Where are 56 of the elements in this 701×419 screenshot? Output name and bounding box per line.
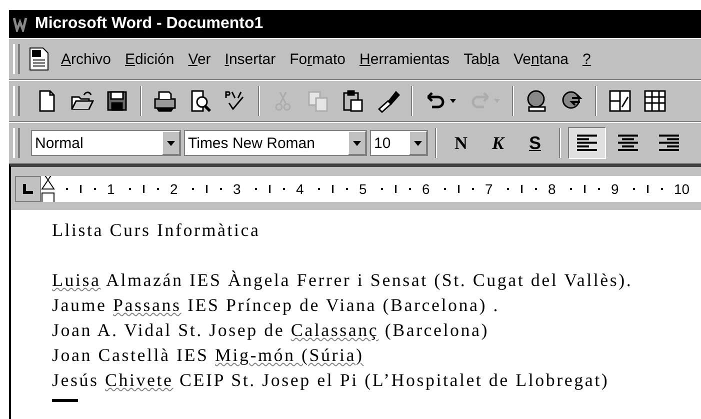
text-line: Jaume Passans IES Príncep de Viana (Barcelona) . <box>52 294 500 317</box>
text-line: Joan A. Vidal St. Josep de Calassanç (Barcelona) <box>52 319 490 342</box>
pages-icon <box>306 89 330 113</box>
window-title: Microsoft Word - Documento1 <box>35 15 264 33</box>
toolbar-grip[interactable] <box>13 44 20 74</box>
brush-icon <box>376 89 400 113</box>
clipboard-icon <box>341 89 365 113</box>
ruler-number: 3 <box>233 180 241 196</box>
ruler-number: 2 <box>170 180 178 196</box>
caret-icon <box>353 140 361 146</box>
ruler-number: 1 <box>107 180 115 196</box>
document-icon[interactable] <box>28 47 50 71</box>
tab-stop-selector[interactable] <box>15 176 41 202</box>
tab-left-icon <box>23 184 33 194</box>
toolbar-grip[interactable] <box>13 86 20 116</box>
grid-icon <box>643 89 667 113</box>
menu-item[interactable]: ? <box>576 50 598 68</box>
ruler-number: 9 <box>611 180 619 196</box>
end-of-document-mark <box>52 399 78 402</box>
ruler-number: 6 <box>422 180 430 196</box>
menu-item[interactable]: Archivo <box>54 50 118 68</box>
align-left-button[interactable] <box>568 127 606 159</box>
table-pen-icon <box>608 89 632 113</box>
text-line: Luisa Almazán IES Àngela Ferrer i Sensat (St. Cugat del Vallès). <box>52 269 633 292</box>
text-line: Llista Curs Informàtica <box>52 219 260 242</box>
caret-icon <box>414 140 422 146</box>
menu-item[interactable]: Edición <box>118 50 182 68</box>
folder-icon <box>70 89 94 113</box>
underline-button[interactable]: S <box>518 132 552 154</box>
ruler-number: 4 <box>296 180 304 196</box>
menu-item[interactable]: Ventana <box>506 50 576 68</box>
style-dropdown[interactable]: Normal <box>31 130 181 156</box>
align-left-icon <box>576 134 598 152</box>
bold-button[interactable]: N <box>444 132 478 154</box>
menu-item[interactable]: Formato <box>282 50 353 68</box>
align-right-icon <box>658 134 680 152</box>
text-line: Jesús Chivete CEIP St. Josep el Pi (L’Hospitalet de Llobregat) <box>52 369 610 392</box>
caret-icon <box>449 99 457 103</box>
font-size-dropdown[interactable]: 10 <box>370 130 428 156</box>
caret-icon <box>167 140 175 146</box>
globe-icon <box>525 89 549 113</box>
indent-markers-icon[interactable] <box>41 176 55 202</box>
ruler-number: 10 <box>674 180 690 196</box>
ruler-number: 5 <box>359 180 367 196</box>
menu-item[interactable]: Tabla <box>456 50 506 68</box>
align-center-icon <box>617 134 639 152</box>
menu-item[interactable]: Ver <box>181 50 218 68</box>
toolbar-grip[interactable] <box>13 128 20 158</box>
font-dropdown[interactable]: Times New Roman <box>184 130 367 156</box>
ruler-number: 8 <box>548 180 556 196</box>
text-line: Joan Castellà IES Mig-món (Súria) <box>52 344 364 367</box>
ruler-number: 7 <box>485 180 493 196</box>
menu-item[interactable]: Insertar <box>218 50 283 68</box>
printer-icon <box>153 89 177 113</box>
italic-button[interactable]: K <box>481 132 515 154</box>
menu-item[interactable]: Herramientas <box>352 50 457 68</box>
